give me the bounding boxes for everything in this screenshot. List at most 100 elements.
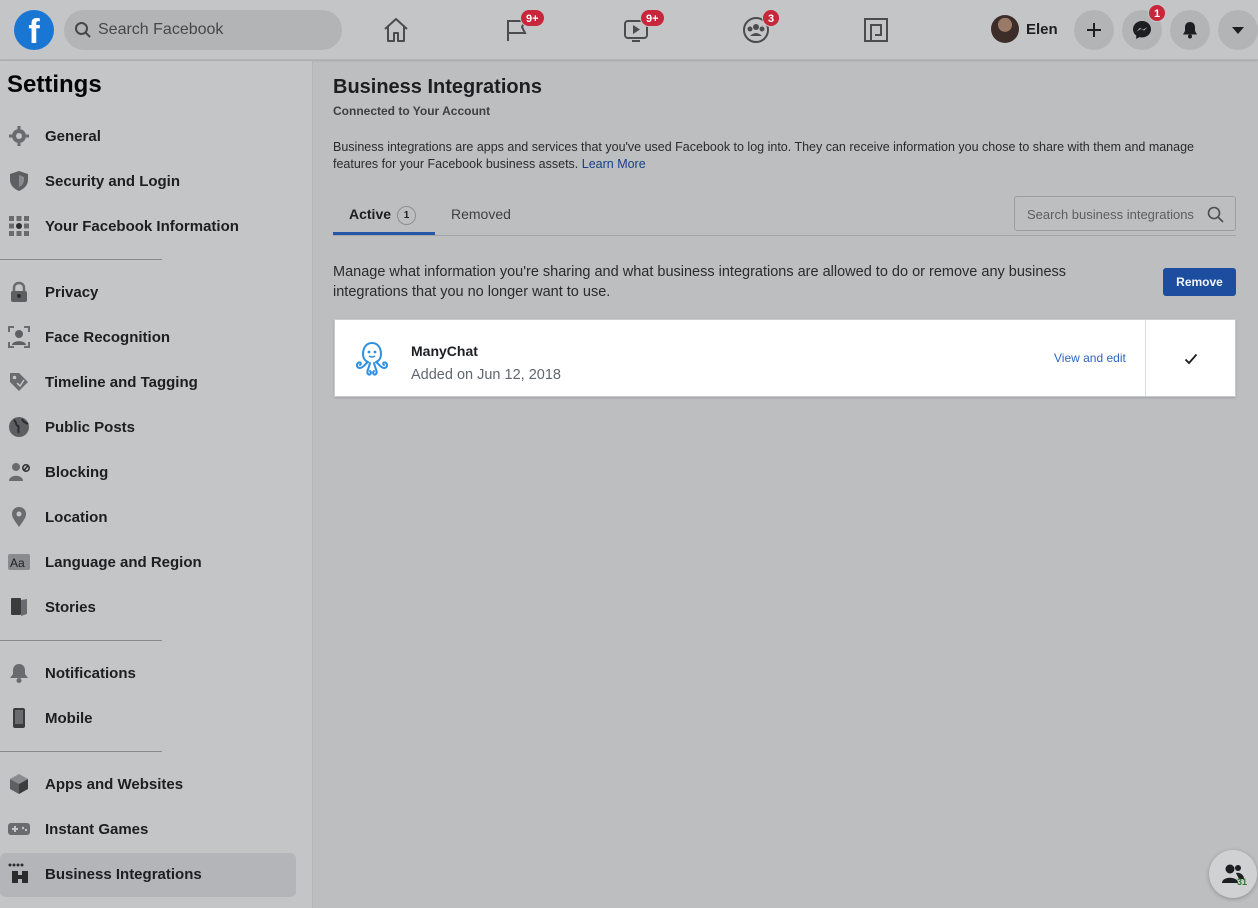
- sidebar-item-label: Notifications: [45, 665, 136, 682]
- sidebar-item-notifications[interactable]: Notifications: [0, 652, 296, 696]
- integration-name: ManyChat: [411, 343, 478, 359]
- globe-icon: [9, 417, 29, 437]
- lock-icon: [11, 281, 27, 302]
- profile-name: Elen: [1026, 21, 1058, 38]
- language-icon: Aa: [8, 554, 30, 570]
- tabs-divider: [333, 235, 1236, 236]
- sidebar-divider: [0, 751, 162, 752]
- sidebar-divider: [0, 259, 162, 260]
- chevron-down-icon: [1232, 27, 1244, 34]
- sidebar-divider: [0, 640, 162, 641]
- search-placeholder: Search business integrations: [1027, 207, 1194, 222]
- sidebar-item-label: Security and Login: [45, 173, 181, 190]
- remove-button[interactable]: Remove: [1163, 268, 1236, 296]
- intro-text: Business integrations are apps and servi…: [333, 139, 1238, 173]
- sidebar-item-timeline-and-tagging[interactable]: Timeline and Tagging: [0, 361, 296, 405]
- sidebar-item-label: Your Facebook Information: [45, 218, 239, 235]
- sidebar-item-label: Blocking: [45, 464, 109, 481]
- sidebar-item-general[interactable]: General: [0, 115, 296, 159]
- gamepad-icon: [8, 823, 30, 835]
- grid-icon: [9, 216, 29, 236]
- facebook-logo[interactable]: f: [14, 10, 54, 50]
- view-and-edit-link[interactable]: View and edit: [1054, 351, 1126, 365]
- sidebar-item-your-facebook-information[interactable]: Your Facebook Information: [0, 205, 296, 249]
- groups-icon[interactable]: 3: [740, 9, 781, 46]
- integration-added-date: Added on Jun 12, 2018: [411, 367, 561, 383]
- groups-badge: 3: [762, 9, 781, 27]
- sidebar-item-label: Mobile: [45, 710, 93, 727]
- tab-active[interactable]: Active 1: [349, 206, 417, 225]
- user-block-icon: [9, 463, 30, 481]
- tab-removed[interactable]: Removed: [451, 206, 511, 222]
- tab-active-count: 1: [397, 206, 417, 225]
- manychat-logo-icon: [355, 341, 389, 376]
- watch-badge: 9+: [640, 9, 665, 27]
- sidebar-item-public-posts[interactable]: Public Posts: [0, 406, 296, 450]
- settings-title: Settings: [7, 71, 102, 98]
- profile-button[interactable]: Elen: [988, 12, 1064, 48]
- sidebar-item-label: Language and Region: [45, 554, 202, 571]
- contacts-count: 31: [1237, 877, 1248, 887]
- plus-icon: [1087, 23, 1101, 37]
- bell-icon: [10, 664, 28, 683]
- integration-select-checkbox[interactable]: [1184, 352, 1198, 366]
- sidebar-item-business-integrations[interactable]: Business Integrations: [0, 853, 296, 897]
- sidebar-item-mobile[interactable]: Mobile: [0, 697, 296, 741]
- learn-more-link[interactable]: Learn More: [582, 157, 646, 171]
- notifications-button[interactable]: [1170, 10, 1210, 50]
- svg-text:Aa: Aa: [10, 556, 25, 570]
- sidebar-item-label: Face Recognition: [45, 329, 171, 346]
- top-navigation-bar: f Search Facebook 9+ 9+ 3 Elen 1: [0, 0, 1258, 60]
- sidebar-item-label: Location: [45, 509, 108, 526]
- home-icon[interactable]: [380, 14, 412, 46]
- intro-description: Business integrations are apps and servi…: [333, 140, 1194, 171]
- sidebar-item-stories[interactable]: Stories: [0, 586, 296, 630]
- sidebar-item-label: Instant Games: [45, 821, 149, 838]
- shield-icon: [10, 171, 28, 191]
- sidebar-item-label: Privacy: [45, 284, 99, 301]
- face-scan-icon: [8, 326, 30, 348]
- sidebar-item-security-and-login[interactable]: Security and Login: [0, 160, 296, 204]
- sidebar-item-instant-games[interactable]: Instant Games: [0, 808, 296, 852]
- gear-icon: [9, 126, 29, 146]
- new-message-contacts-button[interactable]: 31: [1209, 850, 1257, 898]
- sidebar-item-label: Apps and Websites: [45, 776, 184, 793]
- gaming-icon[interactable]: [860, 14, 892, 46]
- search-placeholder: Search Facebook: [98, 21, 224, 38]
- business-integrations-search-input[interactable]: Search business integrations: [1014, 196, 1236, 231]
- page-subtitle: Connected to Your Account: [333, 104, 491, 118]
- sidebar-item-apps-and-websites[interactable]: Apps and Websites: [0, 763, 296, 807]
- create-button[interactable]: [1074, 10, 1114, 50]
- sidebar-item-face-recognition[interactable]: Face Recognition: [0, 316, 296, 360]
- sidebar-item-location[interactable]: Location: [0, 496, 296, 540]
- settings-sidebar: Settings General Security and Login Your…: [0, 61, 313, 908]
- sidebar-item-language-and-region[interactable]: Aa Language and Region: [0, 541, 296, 585]
- sidebar-item-privacy[interactable]: Privacy: [0, 271, 296, 315]
- pages-flag-icon[interactable]: 9+: [500, 9, 545, 46]
- account-menu-button[interactable]: [1218, 10, 1258, 50]
- business-integrations-panel: Business Integrations Connected to Your …: [314, 61, 1258, 908]
- manage-description: Manage what information you're sharing a…: [333, 264, 1067, 300]
- bell-icon: [1183, 22, 1197, 39]
- search-icon: [75, 22, 91, 38]
- messenger-icon: [1133, 21, 1151, 39]
- tab-active-label: Active: [349, 206, 392, 222]
- active-tab-indicator: [333, 232, 435, 235]
- business-integrations-icon: [8, 863, 28, 883]
- sidebar-item-blocking[interactable]: Blocking: [0, 451, 296, 495]
- sidebar-item-label: Timeline and Tagging: [45, 374, 198, 391]
- card-separator: [1145, 320, 1146, 396]
- sidebar-item-label: Stories: [45, 599, 96, 616]
- avatar: [991, 15, 1019, 43]
- phone-icon: [13, 708, 25, 728]
- messenger-button[interactable]: 1: [1122, 4, 1167, 50]
- messenger-badge: 1: [1148, 4, 1167, 22]
- search-icon: [1207, 206, 1224, 223]
- facebook-search-input[interactable]: Search Facebook: [64, 10, 342, 50]
- watch-video-icon[interactable]: 9+: [620, 9, 665, 46]
- location-pin-icon: [12, 507, 26, 527]
- pages-badge: 9+: [520, 9, 545, 27]
- book-icon: [11, 598, 27, 616]
- cube-icon: [10, 774, 28, 794]
- page-title: Business Integrations: [333, 76, 542, 98]
